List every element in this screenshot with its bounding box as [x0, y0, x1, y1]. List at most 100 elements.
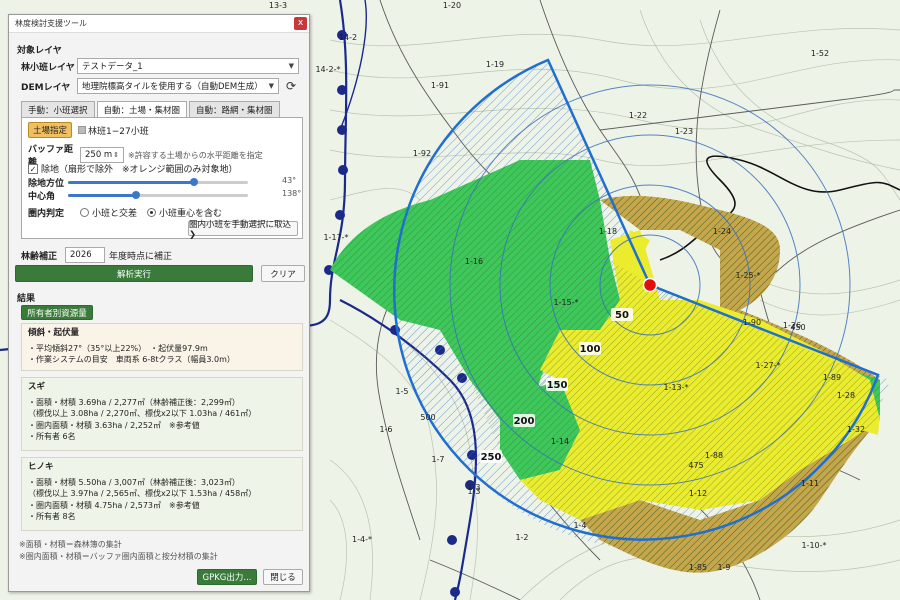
- hinoki-title: ヒノキ: [28, 462, 54, 472]
- slope-line: ・作業システムの目安 車両系 6-8tクラス（幅員3.0m）: [28, 355, 235, 364]
- stand-label: 1-9: [717, 563, 730, 572]
- stand-layer-label: 林小班レイヤ: [21, 62, 75, 73]
- age-label: 林齢補正: [21, 251, 58, 262]
- stand-label: 1-12: [689, 489, 707, 498]
- result-heading: 結果: [17, 294, 36, 304]
- angle-label: 中心角: [28, 192, 56, 202]
- stand-label: 1-2: [515, 533, 528, 542]
- tab-bar: 手動：小班選択 自動：土場・集材圏 自動：路網・集材圏: [21, 101, 282, 118]
- stand-label: 14-2: [339, 33, 357, 42]
- stand-layer-select[interactable]: テストデータ_1 ▼: [77, 58, 299, 74]
- direction-value: 43°: [282, 176, 297, 185]
- radio-intersect-label: 小班と交差: [92, 209, 138, 219]
- landing-select-button[interactable]: 土場指定: [28, 122, 72, 138]
- dem-select[interactable]: 地理院標高タイルを使用する（自動DEM生成） ▼: [77, 78, 279, 94]
- target-layer-heading: 対象レイヤ: [17, 46, 62, 56]
- note-2: ※圏内面積・材積＝バッファ圏内面積と按分材積の集計: [19, 552, 218, 561]
- contour-label: 500: [420, 413, 435, 422]
- chevron-down-icon: ▼: [288, 62, 294, 70]
- sugi-line: ・所有者 6名: [28, 432, 76, 441]
- stand-label: 1-7: [431, 455, 444, 464]
- distance-label: 150: [547, 380, 568, 391]
- exclude-checkbox[interactable]: ✓: [28, 163, 38, 174]
- stand-label: 1-25-*: [735, 271, 760, 280]
- stand-label: 1-88: [705, 451, 723, 460]
- tab-auto-landing[interactable]: 自動：土場・集材圏: [96, 101, 188, 118]
- direction-knob[interactable]: [190, 178, 198, 186]
- stand-label: 1-17-*: [323, 233, 348, 242]
- run-analysis-button[interactable]: 解析実行: [15, 265, 253, 282]
- distance-label: 50: [615, 310, 629, 321]
- stand-swatch-icon: [78, 126, 86, 134]
- stand-layer-value: テストデータ_1: [82, 62, 143, 72]
- refresh-icon[interactable]: ⟳: [283, 78, 299, 94]
- close-icon[interactable]: x: [294, 17, 307, 30]
- stand-label: 1-89: [823, 373, 841, 382]
- slope-card: 傾斜・起伏量 ・平均傾斜27°（35°以上22%） ・起伏量97.9m ・作業シ…: [21, 323, 303, 371]
- stand-label: 1-92: [413, 149, 431, 158]
- hinoki-card: ヒノキ ・面積・材積 5.50ha / 3,007㎥（林齢補正後：3,023㎥）…: [21, 457, 303, 531]
- stand-label: 1-22: [629, 111, 647, 120]
- stand-label: 1-13-*: [663, 383, 688, 392]
- stand-label: 1-85: [689, 563, 707, 572]
- stand-label: 1-6: [379, 425, 392, 434]
- buffer-value: 250 m: [85, 150, 113, 160]
- gpkg-export-button[interactable]: GPKG出力...: [197, 569, 257, 585]
- landing-point[interactable]: [642, 277, 658, 293]
- spin-icon: ⇕: [113, 151, 119, 159]
- stand-label: 1-10-*: [801, 541, 826, 550]
- buffer-note: ※許容する土場からの水平距離を指定: [128, 150, 263, 160]
- stand-label: 13-3: [269, 1, 287, 10]
- stand-label: 1-26: [783, 321, 801, 330]
- age-input[interactable]: 2026: [65, 247, 105, 263]
- stand-label: 1-28: [837, 391, 855, 400]
- sugi-line: ・面積・材積 3.69ha / 2,277㎥（林齢補正後：2,299㎥）: [28, 397, 240, 407]
- stand-label: 1-27-*: [755, 361, 780, 370]
- hinoki-line: ・面積・材積 5.50ha / 3,007㎥（林齢補正後：3,023㎥）: [28, 477, 240, 487]
- stand-label: 1-3: [467, 487, 480, 496]
- exclude-label: 除地（扇形で除外 ※オレンジ範囲のみ対象地）: [41, 165, 238, 175]
- dem-value: 地理院標高タイルを使用する（自動DEM生成）: [82, 82, 263, 92]
- age-value: 2026: [70, 250, 92, 260]
- tool-panel: 林度検討支援ツール x 対象レイヤ 林小班レイヤ テストデータ_1 ▼ DEMレ…: [8, 14, 310, 592]
- tab-auto-road[interactable]: 自動：路網・集材圏: [189, 101, 280, 117]
- tab-manual-select[interactable]: 手動：小班選択: [21, 101, 95, 117]
- stand-label: 1-18: [599, 227, 617, 236]
- close-button[interactable]: 閉じる: [263, 569, 303, 585]
- stand-label: 1-91: [431, 81, 449, 90]
- stand-label: 1-24: [713, 227, 731, 236]
- tab-content: 土場指定 林班1−27小班 バッファ距離 250 m ⇕ ※許容する土場からの水…: [21, 117, 303, 240]
- sugi-line: （標伐以上 3.08ha / 2,270㎥、標伐x2以下 1.03ha / 46…: [28, 409, 257, 418]
- contour-label: 475: [688, 461, 703, 470]
- distance-label: 100: [580, 344, 601, 355]
- direction-slider[interactable]: [68, 178, 248, 186]
- clear-button[interactable]: クリア: [261, 265, 305, 282]
- note-1: ※面積・材積＝森林簿の集計: [19, 540, 122, 549]
- stand-label: 1-23: [675, 127, 693, 136]
- buffer-input[interactable]: 250 m ⇕: [80, 147, 124, 163]
- stand-label: 1-90: [743, 318, 761, 327]
- sugi-line: ・圏内面積・材積 3.63ha / 2,252㎥ ※参考値: [28, 420, 200, 430]
- hinoki-line: ・所有者 8名: [28, 512, 76, 521]
- angle-knob[interactable]: [132, 191, 141, 199]
- stand-label: 14-2-*: [315, 65, 340, 74]
- stand-label: 1-32: [847, 425, 865, 434]
- angle-slider[interactable]: [68, 191, 248, 199]
- stand-label: 1-11: [801, 479, 819, 488]
- import-manual-button[interactable]: 圏内小班を手動選択に取込 ❯: [188, 220, 298, 240]
- radio-centroid[interactable]: [147, 208, 157, 217]
- panel-titlebar: 林度検討支援ツール x: [9, 15, 309, 33]
- stand-label: 1-16: [465, 257, 483, 266]
- radio-intersect[interactable]: [80, 208, 89, 217]
- panel-title: 林度検討支援ツール: [15, 19, 87, 28]
- distance-label: 200: [514, 416, 535, 427]
- stand-label: 1-15-*: [553, 298, 578, 307]
- stand-label: 1-5: [395, 387, 408, 396]
- inner-label: 圏内判定: [28, 209, 65, 219]
- stand-label: 1-4-*: [352, 535, 372, 544]
- distance-label: 250: [481, 452, 502, 463]
- owner-resource-button[interactable]: 所有者別資源量: [21, 305, 93, 320]
- stand-label: 1-20: [443, 1, 461, 10]
- chevron-down-icon: ▼: [268, 82, 274, 90]
- dem-label: DEMレイヤ: [21, 82, 71, 93]
